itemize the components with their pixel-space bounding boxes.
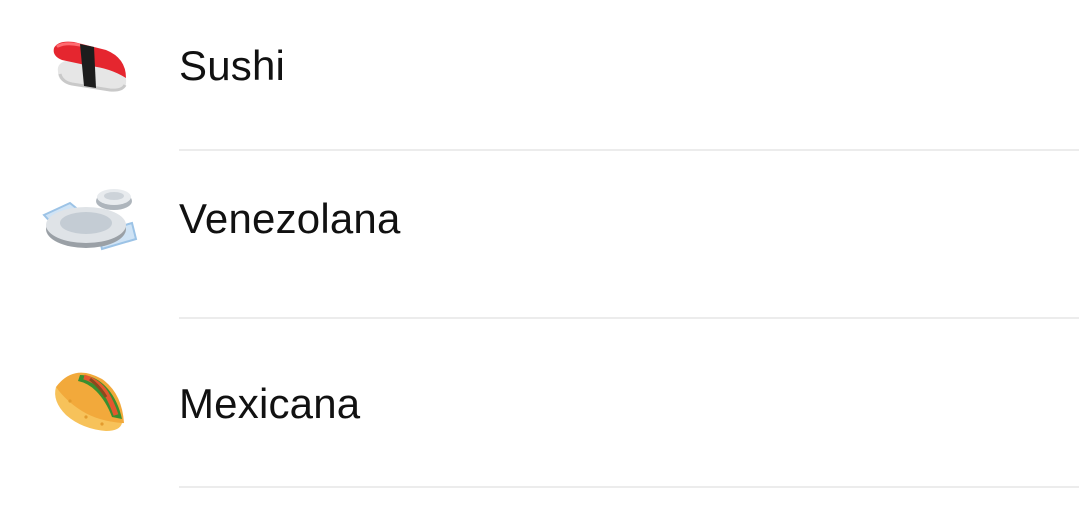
- cuisine-label: Sushi: [179, 42, 286, 89]
- divider: [179, 486, 1079, 488]
- cuisine-item-venezolana[interactable]: Venezolana: [0, 151, 1079, 319]
- plate-icon: [40, 183, 140, 263]
- cuisine-item-mexicana[interactable]: Mexicana: [0, 319, 1079, 488]
- cuisine-item-sushi[interactable]: Sushi: [0, 0, 1079, 151]
- cuisine-label: Venezolana: [179, 195, 401, 242]
- cuisine-list: Sushi Venezolana Mexicana: [0, 0, 1079, 488]
- sushi-icon: [40, 28, 140, 108]
- cuisine-label: Mexicana: [179, 380, 361, 427]
- taco-icon: [40, 361, 140, 441]
